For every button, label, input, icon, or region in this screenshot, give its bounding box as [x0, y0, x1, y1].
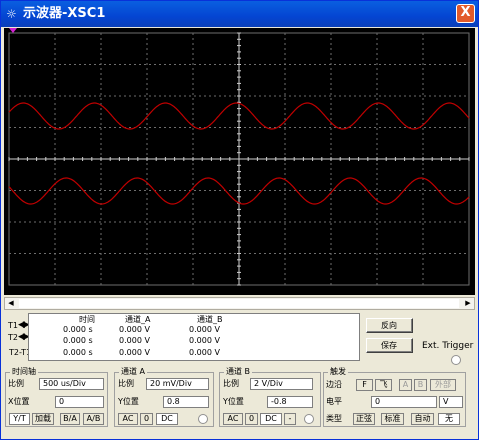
- t2t1-b: 0.000 V: [189, 348, 220, 357]
- t2-a: 0.000 V: [119, 336, 150, 345]
- channel-a-ypos-label: Y位置: [118, 397, 139, 406]
- window-title: 示波器-XSC1: [23, 6, 106, 21]
- trigger-normal-button[interactable]: 标准: [381, 413, 404, 425]
- t1-b: 0.000 V: [189, 325, 220, 334]
- header-time: 时间: [79, 315, 95, 324]
- mode-load-button[interactable]: 加载: [32, 413, 54, 425]
- channel-b-dc-button[interactable]: DC: [260, 413, 282, 425]
- save-label: 保存: [367, 339, 412, 352]
- t1-time: 0.000 s: [63, 325, 93, 334]
- trigger-level-unit[interactable]: V: [439, 396, 463, 408]
- channel-b-ac-button[interactable]: AC: [223, 413, 243, 425]
- channel-b-ypos-label: Y位置: [223, 397, 244, 406]
- title-bar[interactable]: ☼ 示波器-XSC1 X: [1, 1, 478, 27]
- trigger-edge-label: 边沿: [326, 380, 342, 389]
- channel-b-group-label: 通道 B: [224, 367, 253, 377]
- mode-ab-button[interactable]: A/B: [83, 413, 104, 425]
- scope-display: [4, 28, 475, 295]
- t2-label: T2: [8, 333, 18, 342]
- scroll-right-icon[interactable]: ▶: [462, 298, 474, 309]
- header-channel-a: 通道_A: [125, 315, 151, 324]
- mode-ba-button[interactable]: B/A: [60, 413, 80, 425]
- header-channel-b: 通道_B: [197, 315, 223, 324]
- scope-graph: [8, 28, 470, 286]
- scroll-thumb[interactable]: [19, 299, 459, 308]
- scroll-left-icon[interactable]: ◀: [5, 298, 17, 309]
- trigger-none-button[interactable]: 无: [438, 413, 460, 425]
- timebase-group-label: 时间轴: [10, 367, 38, 377]
- t2t1-time: 0.000 s: [63, 348, 93, 357]
- channel-a-ac-button[interactable]: AC: [118, 413, 138, 425]
- t1-a: 0.000 V: [119, 325, 150, 334]
- trigger-level-field[interactable]: 0: [371, 396, 437, 408]
- ext-trigger-terminal[interactable]: [451, 355, 461, 365]
- trigger-falling-edge-button[interactable]: 飞: [375, 379, 392, 391]
- close-button[interactable]: X: [456, 4, 475, 23]
- channel-b-minus-button[interactable]: -: [284, 413, 296, 425]
- channel-b-zero-button[interactable]: 0: [245, 413, 258, 425]
- scope-icon: ☼: [6, 7, 17, 21]
- oscilloscope-window: ☼ 示波器-XSC1 X ◀ ▶ T1 ◀▶ T2 ◀▶ T2-T1 时间 通道…: [0, 0, 479, 440]
- t2t1-a: 0.000 V: [119, 348, 150, 357]
- trigger-rising-edge-button[interactable]: F: [356, 379, 373, 391]
- mode-yt-button[interactable]: Y/T: [9, 413, 30, 425]
- timebase-scale-label: 比例: [8, 379, 24, 388]
- ext-trigger-label: Ext. Trigger: [422, 341, 474, 351]
- t1-label: T1: [8, 321, 18, 330]
- channel-a-dc-button[interactable]: DC: [156, 413, 178, 425]
- t2-b: 0.000 V: [189, 336, 220, 345]
- timebase-scale-field[interactable]: 500 us/Div: [39, 378, 104, 390]
- channel-a-terminal[interactable]: [198, 414, 208, 424]
- trigger-level-label: 电平: [326, 397, 342, 406]
- trigger-sine-button[interactable]: 正弦: [353, 413, 375, 425]
- x-position-field[interactable]: 0: [55, 396, 104, 408]
- channel-b-ypos-field[interactable]: -0.8: [267, 396, 313, 408]
- trigger-marker-icon: [9, 28, 17, 33]
- trigger-source-a-button[interactable]: A: [399, 379, 412, 391]
- channel-a-ypos-field[interactable]: 0.8: [163, 396, 209, 408]
- trigger-type-label: 类型: [326, 414, 342, 423]
- t2-time: 0.000 s: [63, 336, 93, 345]
- horizontal-scrollbar[interactable]: ◀ ▶: [4, 297, 475, 310]
- channel-a-group-label: 通道 A: [119, 367, 148, 377]
- reverse-button[interactable]: 反向: [366, 318, 413, 333]
- trigger-source-ext-button[interactable]: 外部: [430, 379, 456, 391]
- channel-b-scale-label: 比例: [223, 379, 239, 388]
- trigger-group-label: 触发: [328, 367, 348, 377]
- trigger-auto-button[interactable]: 自动: [411, 413, 434, 425]
- reverse-label: 反向: [367, 319, 412, 332]
- trigger-source-b-button[interactable]: B: [414, 379, 427, 391]
- channel-a-scale-field[interactable]: 20 mV/Div: [146, 378, 209, 390]
- channel-b-terminal[interactable]: [304, 414, 314, 424]
- channel-a-zero-button[interactable]: 0: [140, 413, 153, 425]
- x-position-label: X位置: [8, 397, 30, 406]
- save-button[interactable]: 保存: [366, 338, 413, 353]
- channel-b-scale-field[interactable]: 2 V/Div: [250, 378, 313, 390]
- channel-a-scale-label: 比例: [118, 379, 134, 388]
- measurement-readout: 时间 通道_A 通道_B 0.000 s 0.000 V 0.000 V 0.0…: [28, 313, 360, 361]
